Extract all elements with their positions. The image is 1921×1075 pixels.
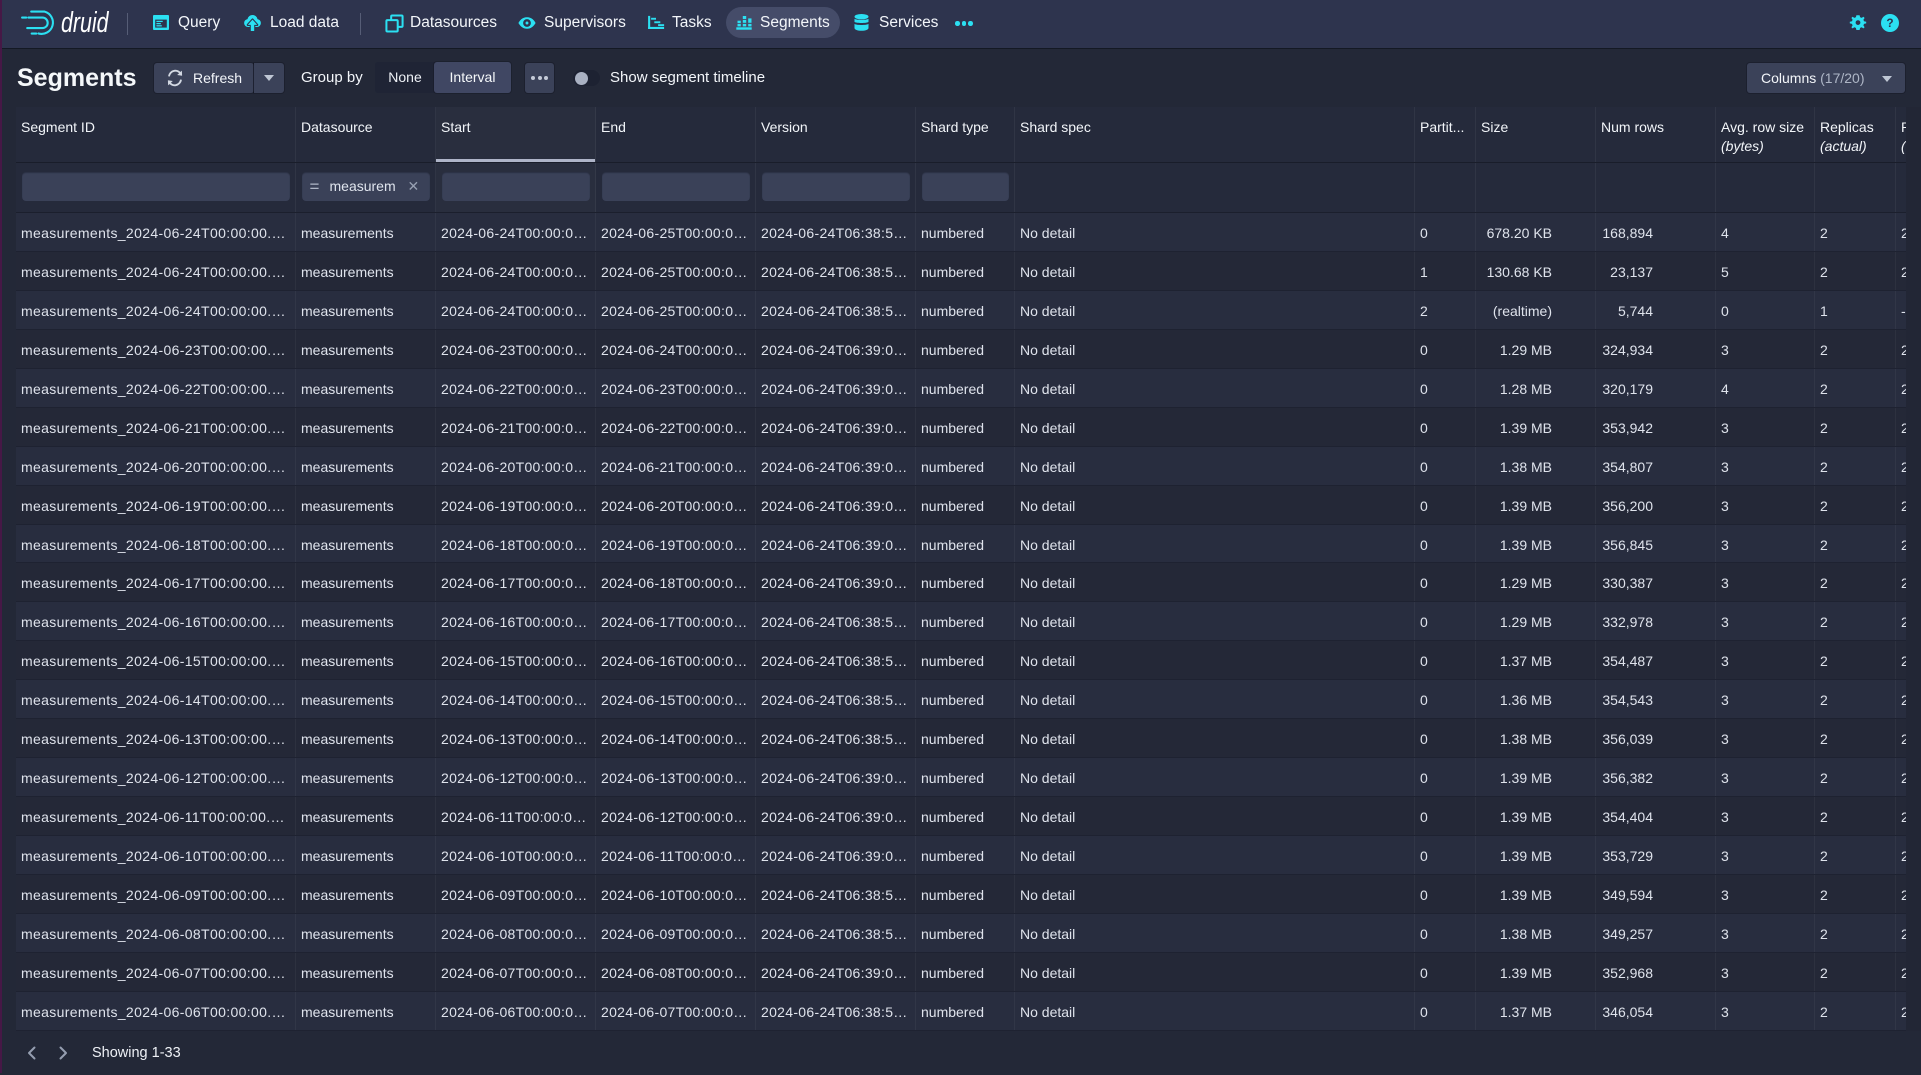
svg-text:?: ? bbox=[1886, 16, 1893, 30]
